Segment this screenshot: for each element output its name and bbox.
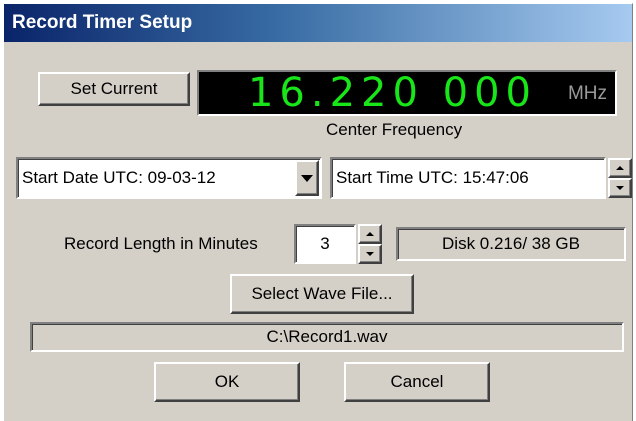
start-date-dropdown-button[interactable] (295, 160, 319, 196)
start-time-value: Start Time UTC: 15:47:06 (336, 168, 529, 187)
ok-label: OK (214, 372, 240, 391)
record-timer-dialog: Record Timer Setup Set Current 16.220 00… (3, 3, 633, 421)
select-wave-file-label: Select Wave File... (251, 284, 393, 303)
spin-up-icon (616, 166, 624, 170)
title-bar: Record Timer Setup (4, 4, 632, 42)
ok-button[interactable]: OK (154, 362, 300, 402)
disk-status: Disk 0.216/ 38 GB (396, 227, 626, 261)
start-time-spin-up[interactable] (608, 158, 632, 178)
cancel-label: Cancel (390, 372, 444, 391)
cancel-button[interactable]: Cancel (344, 362, 490, 402)
record-length-value: 3 (320, 234, 330, 253)
start-time-field[interactable]: Start Time UTC: 15:47:06 (330, 157, 606, 199)
wave-file-path: C:\Record1.wav (30, 322, 624, 352)
record-length-label: Record Length in Minutes (64, 234, 258, 253)
spin-down-icon (616, 186, 624, 190)
frequency-display: 16.220 000 MHz (197, 70, 617, 116)
center-frequency-caption: Center Frequency (326, 120, 463, 139)
frequency-value: 16.220 000 (247, 70, 537, 116)
start-time-spin-down[interactable] (608, 178, 632, 198)
chevron-down-icon (301, 174, 313, 182)
spin-down-icon (366, 252, 374, 256)
disk-status-text: Disk 0.216/ 38 GB (442, 234, 580, 253)
spin-up-icon (366, 232, 374, 236)
set-current-button[interactable]: Set Current (38, 72, 190, 106)
select-wave-file-button[interactable]: Select Wave File... (230, 274, 414, 314)
frequency-unit: MHz (567, 83, 607, 104)
window-title: Record Timer Setup (12, 12, 193, 33)
record-length-input[interactable]: 3 (294, 224, 356, 264)
set-current-label: Set Current (70, 79, 158, 98)
start-date-combo[interactable]: Start Date UTC: 09-03-12 (16, 157, 322, 199)
wave-file-path-text: C:\Record1.wav (266, 327, 388, 346)
record-length-spin-up[interactable] (358, 224, 382, 244)
record-length-spin-down[interactable] (358, 244, 382, 264)
start-date-value: Start Date UTC: 09-03-12 (22, 168, 216, 187)
